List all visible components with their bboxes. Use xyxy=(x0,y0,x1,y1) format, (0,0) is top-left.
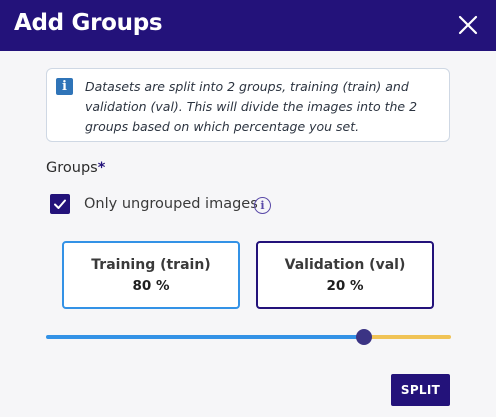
validation-percentage: 20 % xyxy=(326,278,364,294)
slider-track-training xyxy=(46,335,364,339)
validation-title: Validation (val) xyxy=(284,257,406,273)
close-icon[interactable] xyxy=(457,14,479,36)
only-ungrouped-checkbox[interactable] xyxy=(50,194,70,214)
dialog-title: Add Groups xyxy=(14,10,163,36)
add-groups-dialog: Add Groups i Datasets are split into 2 g… xyxy=(0,0,496,417)
split-slider[interactable] xyxy=(46,328,451,346)
split-button[interactable]: SPLIT xyxy=(391,374,450,406)
info-text: Datasets are split into 2 groups, traini… xyxy=(85,79,418,134)
info-circle-icon[interactable]: i xyxy=(254,197,271,214)
groups-label-text: Groups xyxy=(46,160,98,176)
training-card[interactable]: Training (train) 80 % xyxy=(62,241,240,309)
slider-thumb[interactable] xyxy=(356,329,372,345)
training-title: Training (train) xyxy=(91,257,211,273)
dialog-header: Add Groups xyxy=(0,0,496,51)
validation-card[interactable]: Validation (val) 20 % xyxy=(256,241,434,309)
info-icon: i xyxy=(56,78,73,95)
required-mark: * xyxy=(97,160,106,176)
training-percentage: 80 % xyxy=(132,278,170,294)
only-ungrouped-label[interactable]: Only ungrouped images xyxy=(84,196,258,212)
info-box: i Datasets are split into 2 groups, trai… xyxy=(46,68,450,142)
groups-label: Groups* xyxy=(46,160,105,176)
checkmark-icon xyxy=(54,199,66,209)
slider-track-validation xyxy=(364,335,451,339)
